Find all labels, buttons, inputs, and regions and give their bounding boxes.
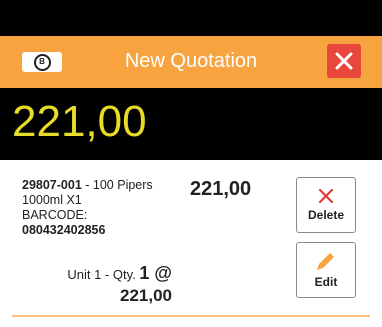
delete-button[interactable]: Delete: [296, 177, 356, 233]
close-icon: [335, 52, 353, 70]
line-item: 29807-001 - 100 Pipers 1000ml X1 BARCODE…: [0, 160, 382, 310]
x-icon: [318, 188, 334, 204]
item-price: 221,00: [190, 178, 252, 200]
item-description: 29807-001 - 100 Pipers 1000ml X1 BARCODE…: [22, 178, 172, 238]
header-bar: B New Quotation: [0, 36, 382, 88]
item-quantity: Unit 1 - Qty. 1 @ 221,00: [60, 262, 172, 306]
divider: [12, 315, 370, 317]
item-sku: 29807-001: [22, 178, 82, 192]
barcode-label: BARCODE:: [22, 208, 88, 222]
edit-button[interactable]: Edit: [296, 242, 356, 298]
status-bar: [0, 0, 382, 36]
close-button[interactable]: [327, 44, 361, 78]
qty-value: 1 @: [139, 263, 172, 283]
edit-label: Edit: [314, 275, 338, 289]
qty-label: Unit 1 - Qty.: [67, 267, 136, 282]
total-amount: 221,00: [12, 97, 147, 146]
total-bar: 221,00: [0, 88, 382, 160]
page-title: New Quotation: [124, 50, 258, 72]
pencil-icon: [317, 253, 334, 270]
item-barcode: 080432402856: [22, 223, 106, 237]
delete-label: Delete: [307, 208, 345, 222]
unit-price: 221,00: [120, 285, 172, 305]
